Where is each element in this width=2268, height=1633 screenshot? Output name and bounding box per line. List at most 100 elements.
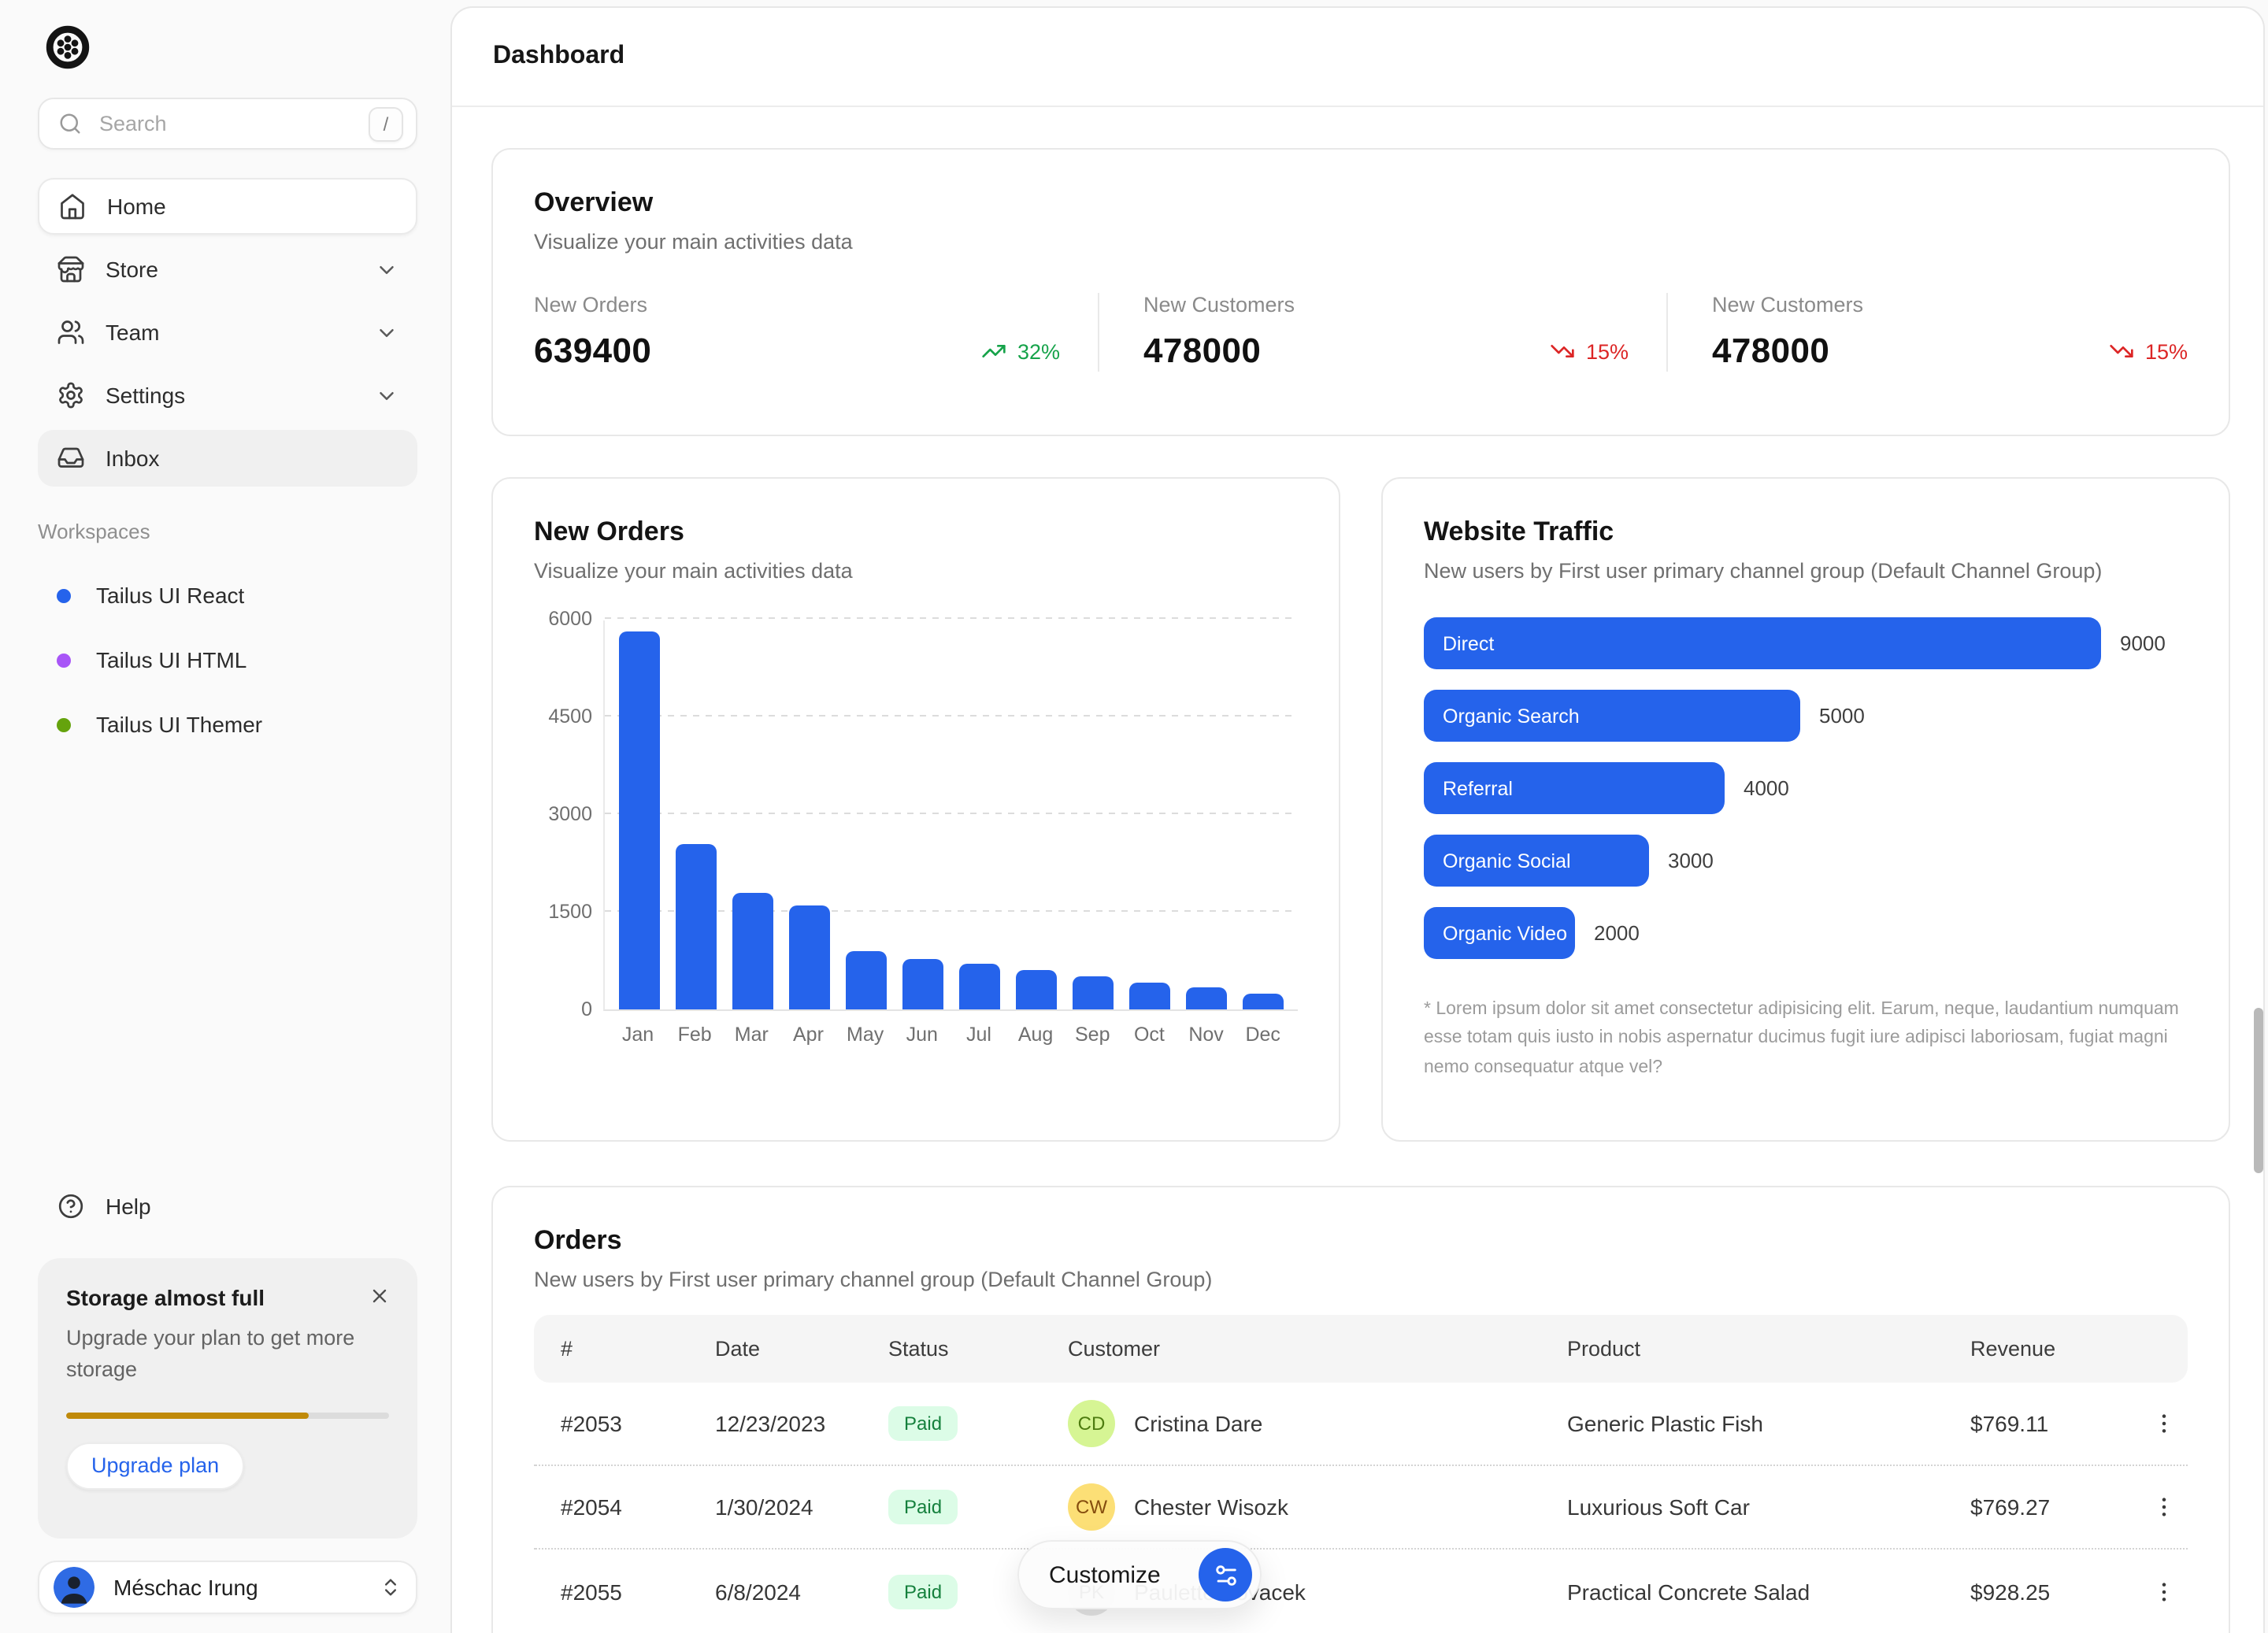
traffic-bar-value: 4000 xyxy=(1744,776,1789,800)
sidebar-item-inbox[interactable]: Inbox xyxy=(38,430,417,487)
row-actions-button[interactable] xyxy=(2142,1485,2186,1529)
bar-dec xyxy=(1243,994,1284,1009)
traffic-bar-label: Referral xyxy=(1443,777,1513,799)
vertical-scrollbar-thumb[interactable] xyxy=(2254,1008,2263,1173)
table-row: #2053 12/23/2023 Paid CDCristina Dare Ge… xyxy=(534,1383,2188,1466)
column-header-date: Date xyxy=(688,1337,862,1361)
overview-metrics: New Orders 639400 32%New Customers 47800… xyxy=(534,293,2188,372)
avatar: CW xyxy=(1068,1483,1115,1531)
storage-alert-title: Storage almost full xyxy=(66,1285,389,1310)
customize-button[interactable]: Customize xyxy=(1017,1540,1262,1609)
product-name: Practical Concrete Salad xyxy=(1540,1579,1944,1604)
x-axis-label: Feb xyxy=(674,1024,715,1046)
x-axis-label: Mar xyxy=(731,1024,772,1046)
app-logo-icon[interactable] xyxy=(44,24,91,71)
settings-icon xyxy=(57,381,85,409)
upgrade-plan-button[interactable]: Upgrade plan xyxy=(66,1442,244,1489)
y-axis-tick: 1500 xyxy=(532,901,592,923)
x-axis-label: Sep xyxy=(1072,1024,1113,1046)
traffic-bar-value: 3000 xyxy=(1668,849,1714,872)
website-traffic-title: Website Traffic xyxy=(1424,517,2188,548)
traffic-bar-organic-social: Organic Social xyxy=(1424,835,1649,887)
storage-progress-fill xyxy=(66,1412,309,1418)
traffic-footnote: * Lorem ipsum dolor sit amet consectetur… xyxy=(1424,995,2188,1082)
x-axis-label: Nov xyxy=(1186,1024,1227,1046)
traffic-row: Referral 4000 xyxy=(1424,762,2188,814)
y-axis-tick: 0 xyxy=(532,998,592,1020)
workspace-item[interactable]: Tailus UI HTML xyxy=(38,631,417,688)
traffic-bar-value: 5000 xyxy=(1819,704,1865,728)
bar-aug xyxy=(1016,970,1057,1009)
gridline xyxy=(605,617,1298,619)
row-actions-button[interactable] xyxy=(2142,1569,2186,1613)
workspace-color-dot xyxy=(57,653,71,667)
bar-chart: 01500300045006000 JanFebMarAprMayJunJulA… xyxy=(534,620,1298,1046)
sidebar-item-label: Store xyxy=(106,257,375,282)
x-axis-label: Jun xyxy=(902,1024,943,1046)
customer-name: Chester Wisozk xyxy=(1134,1494,1288,1520)
table-row: #2054 1/30/2024 Paid CWChester Wisozk Lu… xyxy=(534,1466,2188,1550)
help-icon xyxy=(57,1192,85,1220)
workspaces-list: Tailus UI React Tailus UI HTML Tailus UI T… xyxy=(38,567,417,753)
orders-table-body: #2053 12/23/2023 Paid CDCristina Dare Ge… xyxy=(534,1383,2188,1633)
column-header-product: Product xyxy=(1540,1337,1944,1361)
inbox-icon xyxy=(57,444,85,472)
app: / HomeStoreTeamSettingsInbox Workspaces … xyxy=(0,0,2268,1633)
orders-title: Orders xyxy=(534,1225,2188,1257)
status-badge: Paid xyxy=(888,1490,958,1524)
customer-name: Cristina Dare xyxy=(1134,1411,1262,1436)
sliders-icon xyxy=(1199,1548,1252,1602)
workspace-color-dot xyxy=(57,717,71,731)
x-axis-label: Oct xyxy=(1128,1024,1169,1046)
new-orders-chart-subtitle: Visualize your main activities data xyxy=(534,559,1298,583)
traffic-row: Direct9000 xyxy=(1424,617,2188,669)
workspace-label: Tailus UI HTML xyxy=(96,647,246,672)
metric-value: 639400 xyxy=(534,331,651,372)
user-menu[interactable]: Méschac Irung xyxy=(38,1561,417,1614)
sidebar-item-help[interactable]: Help xyxy=(38,1178,417,1235)
bar-jul xyxy=(959,964,1000,1009)
dashboard-content: Overview Visualize your main activities … xyxy=(452,107,2263,1633)
metric-trend-value: 15% xyxy=(2145,339,2188,363)
sidebar-item-store[interactable]: Store xyxy=(38,241,417,298)
order-id: #2054 xyxy=(534,1494,688,1520)
orders-subtitle: New users by First user primary channel … xyxy=(534,1268,2188,1291)
workspace-item[interactable]: Tailus UI Themer xyxy=(38,696,417,753)
search-input[interactable] xyxy=(96,110,369,137)
workspace-item[interactable]: Tailus UI React xyxy=(38,567,417,624)
order-date: 1/30/2024 xyxy=(688,1494,862,1520)
y-axis-tick: 3000 xyxy=(532,803,592,825)
bar-oct xyxy=(1129,983,1170,1009)
order-revenue: $928.25 xyxy=(1944,1579,2140,1604)
overview-card: Overview Visualize your main activities … xyxy=(491,148,2230,436)
sidebar-item-label: Settings xyxy=(106,383,375,408)
sidebar: / HomeStoreTeamSettingsInbox Workspaces … xyxy=(0,0,450,1633)
row-actions-button[interactable] xyxy=(2142,1402,2186,1446)
search-bar: / xyxy=(38,98,417,150)
help-label: Help xyxy=(106,1194,151,1219)
order-date: 12/23/2023 xyxy=(688,1411,862,1436)
traffic-row: Organic Search 5000 xyxy=(1424,690,2188,742)
website-traffic-card: Website Traffic New users by First user … xyxy=(1381,477,2230,1142)
metric-trend: 15% xyxy=(2109,339,2188,364)
dots-vertical-icon xyxy=(2151,1579,2177,1604)
sidebar-item-settings[interactable]: Settings xyxy=(38,367,417,424)
bar-may xyxy=(846,951,887,1009)
sidebar-item-team[interactable]: Team xyxy=(38,304,417,361)
traffic-row: Organic Social 3000 xyxy=(1424,835,2188,887)
search-shortcut-key: / xyxy=(369,106,403,141)
home-icon xyxy=(58,192,87,220)
close-icon[interactable] xyxy=(362,1279,397,1313)
avatar xyxy=(54,1567,94,1608)
x-axis-label: Aug xyxy=(1015,1024,1056,1046)
metric-label: New Orders xyxy=(534,293,1060,317)
customize-label: Customize xyxy=(1049,1561,1199,1588)
traffic-bar-label: Organic Search xyxy=(1443,705,1580,727)
dots-vertical-icon xyxy=(2151,1494,2177,1520)
sidebar-item-home[interactable]: Home xyxy=(38,178,417,235)
workspace-label: Tailus UI Themer xyxy=(96,712,262,737)
metric-trend-value: 32% xyxy=(1017,339,1060,363)
x-axis-label: Jul xyxy=(958,1024,999,1046)
chevrons-up-down-icon xyxy=(380,1576,402,1598)
bar-jan xyxy=(619,631,660,1009)
